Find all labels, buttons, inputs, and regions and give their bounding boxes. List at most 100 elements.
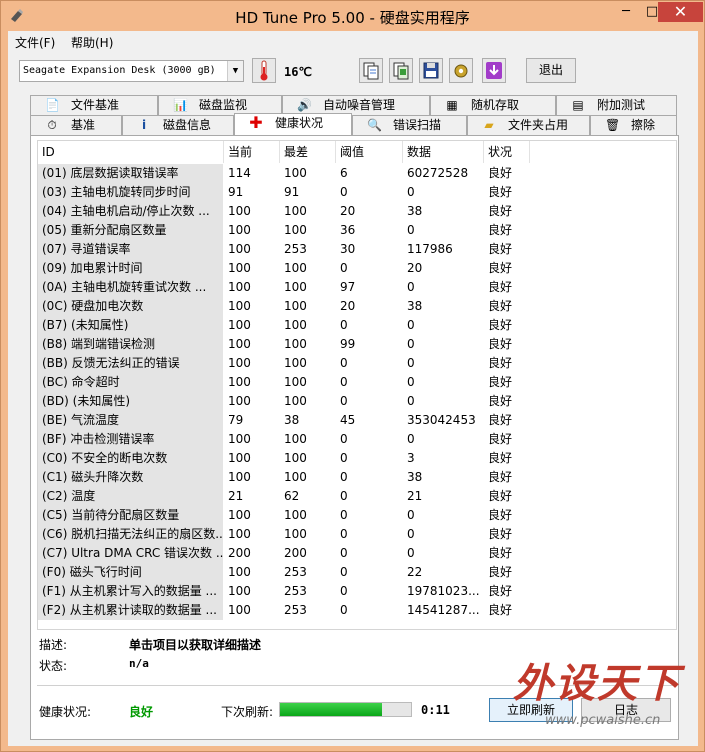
- cell-current: 100: [228, 565, 251, 579]
- random-access-icon: ▦: [446, 98, 458, 112]
- cell-current: 100: [228, 337, 251, 351]
- table-row[interactable]: (01) 底层数据读取错误率 114 100 6 60272528 良好: [38, 164, 676, 183]
- menu-help[interactable]: 帮助(H): [71, 34, 113, 51]
- tab-folder-usage[interactable]: ▰ 文件夹占用: [467, 115, 590, 135]
- tab-extra-tests[interactable]: ▤ 附加测试: [556, 95, 677, 115]
- cell-data: 0: [407, 375, 415, 389]
- log-button[interactable]: 日志: [581, 698, 671, 722]
- tab-benchmark[interactable]: ⏱ 基准: [30, 115, 122, 135]
- cell-data: 0: [407, 432, 415, 446]
- close-button[interactable]: ✕: [658, 2, 703, 22]
- table-row[interactable]: (C7) Ultra DMA CRC 错误次数 ... 200 200 0 0 良好: [38, 544, 676, 563]
- refresh-progress-bar: [279, 702, 412, 717]
- cell-worst: 253: [284, 242, 307, 256]
- tab-erase[interactable]: 🗑 擦除: [590, 115, 677, 135]
- description-value: 单击项目以获取详细描述: [129, 638, 262, 652]
- table-row[interactable]: (C0) 不安全的断电次数 100 100 0 3 良好: [38, 449, 676, 468]
- cell-worst: 100: [284, 223, 307, 237]
- cell-worst: 200: [284, 546, 307, 560]
- table-row[interactable]: (B8) 端到端错误检测 100 100 99 0 良好: [38, 335, 676, 354]
- copy-all-icon: [393, 62, 409, 80]
- cell-status: 良好: [488, 280, 513, 294]
- table-row[interactable]: (C1) 磁头升降次数 100 100 0 38 良好: [38, 468, 676, 487]
- cell-worst: 253: [284, 565, 307, 579]
- download-button[interactable]: [482, 58, 506, 83]
- copy-all-button[interactable]: [389, 58, 413, 83]
- cell-worst: 100: [284, 337, 307, 351]
- table-row[interactable]: (BD) (未知属性) 100 100 0 0 良好: [38, 392, 676, 411]
- table-row[interactable]: (F0) 磁头飞行时间 100 253 0 22 良好: [38, 563, 676, 582]
- cell-threshold: 0: [340, 508, 348, 522]
- column-header-worst[interactable]: 最差: [280, 141, 336, 163]
- tab-error-scan[interactable]: 🔍 错误扫描: [352, 115, 467, 135]
- table-row[interactable]: (03) 主轴电机旋转同步时间 91 91 0 0 良好: [38, 183, 676, 202]
- drive-select[interactable]: Seagate Expansion Desk (3000 gB) ▼: [19, 60, 244, 82]
- cell-current: 21: [228, 489, 244, 503]
- table-row[interactable]: (C6) 脱机扫描无法纠正的扇区数... 100 100 0 0 良好: [38, 525, 676, 544]
- cell-data: 21: [407, 489, 423, 503]
- divider: [37, 685, 677, 686]
- cell-threshold: 0: [340, 489, 348, 503]
- cell-threshold: 0: [340, 584, 348, 598]
- column-header-id[interactable]: ID: [38, 141, 224, 163]
- table-row[interactable]: (05) 重新分配扇区数量 100 100 36 0 良好: [38, 221, 676, 240]
- cell-threshold: 0: [340, 432, 348, 446]
- title-bar[interactable]: HD Tune Pro 5.00 - 硬盘实用程序 ─ □ ✕: [1, 1, 704, 31]
- tab-disk-monitor[interactable]: 📊 磁盘监视: [158, 95, 282, 115]
- save-button[interactable]: [419, 58, 443, 83]
- column-header-data[interactable]: 数据: [403, 141, 484, 163]
- cell-status: 良好: [488, 394, 513, 408]
- cell-threshold: 0: [340, 546, 348, 560]
- cell-data: 0: [407, 185, 415, 199]
- minimize-button[interactable]: ─: [613, 2, 639, 22]
- cell-status: 良好: [488, 413, 513, 427]
- temperature-button[interactable]: [252, 58, 276, 83]
- table-row[interactable]: (BB) 反馈无法纠正的错误 100 100 0 0 良好: [38, 354, 676, 373]
- tab-disk-info[interactable]: i 磁盘信息: [122, 115, 234, 135]
- cell-current: 100: [228, 242, 251, 256]
- table-row[interactable]: (F2) 从主机累计读取的数据量 ... 100 253 0 14541287... 良好: [38, 601, 676, 620]
- cell-current: 100: [228, 280, 251, 294]
- table-row[interactable]: (BF) 冲击检测错误率 100 100 0 0 良好: [38, 430, 676, 449]
- cell-worst: 38: [284, 413, 300, 427]
- trash-icon: 🗑: [605, 118, 621, 132]
- refresh-now-button[interactable]: 立即刷新: [489, 698, 573, 722]
- table-row[interactable]: (BE) 气流温度 79 38 45 353042453 良好: [38, 411, 676, 430]
- table-row[interactable]: (0C) 硬盘加电次数 100 100 20 38 良好: [38, 297, 676, 316]
- table-row[interactable]: (F1) 从主机累计写入的数据量 ... 100 253 0 19781023... 良好: [38, 582, 676, 601]
- cell-id: (05) 重新分配扇区数量: [38, 221, 223, 240]
- cell-data: 0: [407, 356, 415, 370]
- tab-random-access[interactable]: ▦ 随机存取: [430, 95, 556, 115]
- floppy-icon: [423, 62, 439, 79]
- smart-table[interactable]: ID 当前 最差 阈值 数据 状况 (01) 底层数据读取错误率 114 100 6 6…: [37, 140, 677, 630]
- cell-status: 良好: [488, 185, 513, 199]
- exit-button[interactable]: 退出: [526, 58, 576, 83]
- tab-noise-management[interactable]: 🔊 自动噪音管理: [282, 95, 430, 115]
- tab-health[interactable]: ✚ 健康状况: [234, 113, 352, 135]
- options-button[interactable]: [449, 58, 473, 83]
- cell-threshold: 0: [340, 318, 348, 332]
- cell-current: 100: [228, 261, 251, 275]
- table-row[interactable]: (09) 加电累计时间 100 100 0 20 良好: [38, 259, 676, 278]
- cell-current: 100: [228, 584, 251, 598]
- column-header-status[interactable]: 状况: [484, 141, 530, 163]
- menu-file[interactable]: 文件(F): [15, 34, 55, 51]
- table-row[interactable]: (B7) (未知属性) 100 100 0 0 良好: [38, 316, 676, 335]
- cell-current: 100: [228, 318, 251, 332]
- cell-id: (F1) 从主机累计写入的数据量 ...: [38, 582, 223, 601]
- table-row[interactable]: (04) 主轴电机启动/停止次数 ... 100 100 20 38 良好: [38, 202, 676, 221]
- cell-worst: 91: [284, 185, 300, 199]
- column-header-current[interactable]: 当前: [224, 141, 280, 163]
- tab-label: 健康状况: [275, 116, 324, 130]
- table-row[interactable]: (C2) 温度 21 62 0 21 良好: [38, 487, 676, 506]
- chevron-down-icon[interactable]: ▼: [227, 61, 243, 81]
- column-header-threshold[interactable]: 阈值: [336, 141, 403, 163]
- copy-button[interactable]: [359, 58, 383, 83]
- table-row[interactable]: (07) 寻道错误率 100 253 30 117986 良好: [38, 240, 676, 259]
- cell-threshold: 20: [340, 299, 356, 313]
- tab-file-benchmark[interactable]: 📄 文件基准: [30, 95, 158, 115]
- cell-data: 20: [407, 261, 423, 275]
- table-row[interactable]: (C5) 当前待分配扇区数量 100 100 0 0 良好: [38, 506, 676, 525]
- table-row[interactable]: (BC) 命令超时 100 100 0 0 良好: [38, 373, 676, 392]
- table-row[interactable]: (0A) 主轴电机旋转重试次数 ... 100 100 97 0 良好: [38, 278, 676, 297]
